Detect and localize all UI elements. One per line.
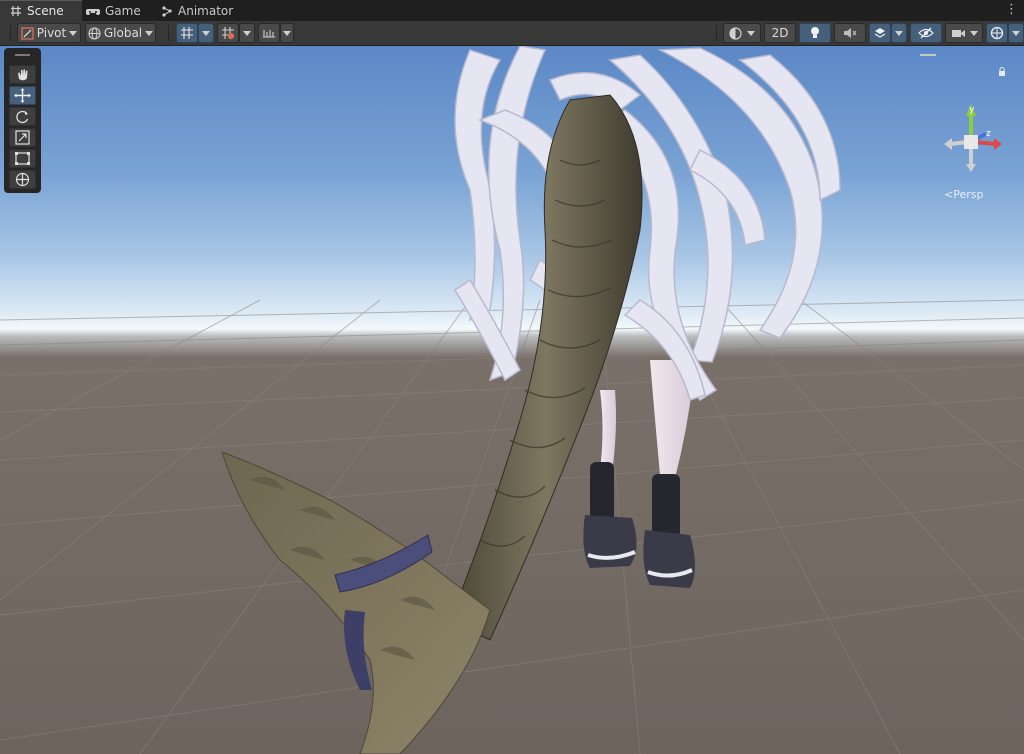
global-dropdown[interactable]: Global bbox=[85, 23, 156, 43]
gamepad-icon bbox=[86, 5, 100, 17]
chevron-down-icon bbox=[283, 30, 291, 36]
light-bulb-icon bbox=[811, 27, 819, 38]
grid-snap-dropdown[interactable] bbox=[198, 23, 214, 43]
ruler-icon bbox=[263, 30, 275, 38]
lighting-toggle-button[interactable] bbox=[799, 23, 831, 43]
effects-toggle-button[interactable] bbox=[869, 23, 891, 43]
animator-icon bbox=[161, 5, 173, 17]
speaker-muted-icon bbox=[844, 28, 857, 38]
tail-fin bbox=[221, 451, 491, 754]
increment-snap-button[interactable] bbox=[217, 23, 239, 43]
toolbar-handle bbox=[10, 25, 11, 41]
move-tool-button[interactable] bbox=[9, 86, 36, 105]
pivot-icon bbox=[21, 26, 34, 40]
more-options-icon[interactable]: ⋮ bbox=[1005, 2, 1018, 17]
scene-tab-bar: Scene Game Animator ⋮ bbox=[0, 0, 1024, 21]
toolbar-separator bbox=[716, 25, 717, 41]
rect-tool-button[interactable] bbox=[9, 149, 36, 168]
tab-scene[interactable]: Scene bbox=[0, 0, 82, 21]
shading-mode-icon bbox=[729, 26, 742, 40]
eye-hidden-icon bbox=[918, 27, 934, 39]
hand-tool-button[interactable] bbox=[9, 65, 36, 84]
pivot-label: Pivot bbox=[36, 26, 67, 40]
projection-text: Persp bbox=[953, 188, 984, 201]
chevron-down-icon bbox=[895, 30, 903, 36]
camera-settings-dropdown[interactable] bbox=[945, 23, 983, 43]
gizmo-globe-icon bbox=[990, 26, 1004, 40]
character-legs bbox=[583, 360, 695, 588]
toggle-2d-label: 2D bbox=[771, 26, 789, 40]
global-label: Global bbox=[103, 26, 143, 40]
chevron-down-icon bbox=[747, 30, 755, 36]
axis-gizmo-icon: y z bbox=[944, 104, 1002, 172]
scale-tool-button[interactable] bbox=[9, 128, 36, 147]
grid-icon bbox=[10, 5, 22, 17]
increment-snap-icon bbox=[222, 27, 234, 39]
chevron-down-icon bbox=[145, 30, 154, 36]
chevron-down-icon bbox=[69, 30, 78, 36]
chevron-down-icon bbox=[969, 30, 978, 36]
chevron-down-icon bbox=[1012, 30, 1020, 36]
gizmos-toggle-button[interactable] bbox=[986, 23, 1008, 43]
toolbar-separator bbox=[168, 25, 169, 41]
projection-label[interactable]: <Persp bbox=[944, 188, 983, 201]
rotate-tool-button[interactable] bbox=[9, 107, 36, 126]
pivot-dropdown[interactable]: Pivot bbox=[17, 23, 81, 43]
snap-settings-button[interactable] bbox=[258, 23, 280, 43]
chevron-down-icon bbox=[243, 30, 251, 36]
gizmo-z-label: z bbox=[986, 129, 991, 139]
chevron-down-icon bbox=[202, 30, 210, 36]
toggle-2d-button[interactable]: 2D bbox=[764, 23, 796, 43]
transform-tool-button[interactable] bbox=[9, 170, 36, 189]
scene-toolbar: Pivot Global 2D bbox=[0, 21, 1024, 46]
grid-snap-icon bbox=[181, 27, 193, 39]
character-hair bbox=[453, 46, 841, 402]
camera-icon bbox=[951, 29, 965, 37]
hand-icon bbox=[18, 69, 28, 81]
increment-snap-dropdown[interactable] bbox=[239, 23, 255, 43]
effects-layers-icon bbox=[874, 28, 886, 38]
effects-dropdown[interactable] bbox=[891, 23, 907, 43]
snap-settings-dropdown[interactable] bbox=[280, 23, 294, 43]
scene-visibility-toggle-button[interactable] bbox=[910, 23, 942, 43]
move-arrows-icon bbox=[14, 88, 31, 103]
audio-toggle-button[interactable] bbox=[834, 23, 866, 43]
draw-mode-dropdown[interactable] bbox=[723, 23, 761, 43]
scale-icon bbox=[15, 130, 30, 145]
rect-transform-icon bbox=[15, 152, 30, 165]
gizmo-drag-handle[interactable] bbox=[920, 54, 936, 56]
tab-animator-label: Animator bbox=[178, 3, 234, 18]
transform-combined-icon bbox=[15, 172, 30, 187]
gizmos-dropdown[interactable] bbox=[1008, 23, 1024, 43]
scene-viewport[interactable]: y z <Persp bbox=[0, 46, 1024, 754]
tab-game-label: Game bbox=[105, 3, 141, 18]
overlay-drag-handle[interactable] bbox=[15, 54, 30, 56]
orientation-gizmo[interactable]: y z bbox=[938, 100, 1008, 180]
persp-arrow-icon: < bbox=[944, 188, 954, 201]
grid-snap-button[interactable] bbox=[176, 23, 198, 43]
tab-game[interactable]: Game bbox=[86, 0, 156, 21]
rotate-icon bbox=[16, 110, 29, 124]
tools-overlay bbox=[4, 48, 41, 193]
scene-render bbox=[0, 46, 1024, 754]
tab-animator[interactable]: Animator bbox=[161, 0, 241, 21]
tab-scene-label: Scene bbox=[27, 4, 64, 18]
globe-icon bbox=[88, 26, 101, 40]
lock-icon[interactable] bbox=[998, 61, 1006, 80]
gizmo-y-label: y bbox=[969, 105, 975, 115]
